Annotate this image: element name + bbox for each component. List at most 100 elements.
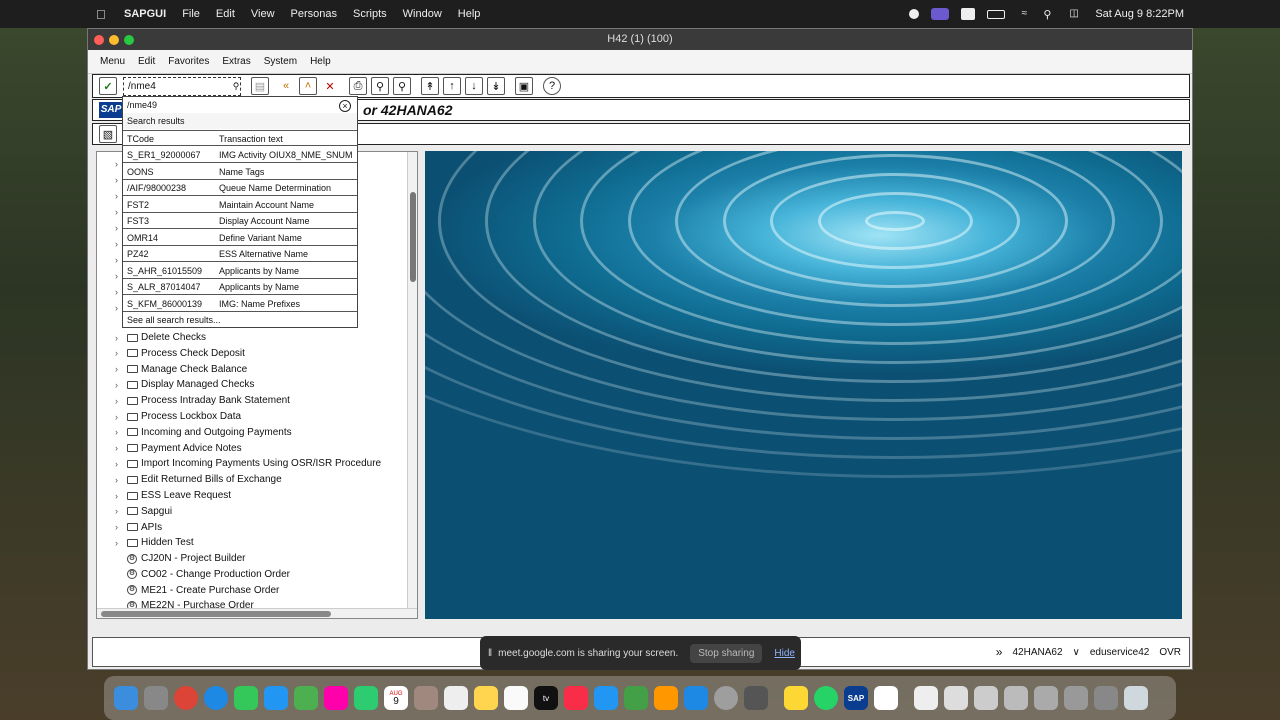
search-result-row[interactable]: OONS Name Tags — [123, 164, 357, 180]
scroll-thumb[interactable] — [101, 611, 331, 617]
mac-menu-edit[interactable]: Edit — [216, 8, 235, 20]
tree-transaction-node[interactable]: ⚙ CJ20N - Project Builder — [115, 551, 245, 566]
search-result-row[interactable]: S_AHR_61015509 Applicants by Name — [123, 263, 357, 279]
chevron-right-icon[interactable]: › — [115, 412, 125, 422]
close-window-button[interactable] — [94, 35, 104, 45]
search-result-row[interactable]: S_KFM_86000139 IMG: Name Prefixes — [123, 296, 357, 312]
screen-share-icon[interactable] — [931, 8, 950, 20]
stop-sharing-button[interactable]: Stop sharing — [690, 643, 763, 663]
whatsapp-icon[interactable] — [814, 686, 838, 710]
last-page-icon[interactable]: ↡ — [487, 77, 505, 95]
chevron-right-icon[interactable]: › — [115, 427, 125, 437]
search-result-row[interactable]: /AIF/98000238 Queue Name Determination — [123, 180, 357, 196]
previous-page-icon[interactable]: ↑ — [443, 77, 461, 95]
sap-menu-edit[interactable]: Edit — [138, 56, 155, 67]
tree-transaction-node[interactable]: ⚙ ME21 - Create Purchase Order — [115, 583, 279, 598]
mac-menu-file[interactable]: File — [182, 8, 200, 20]
chevron-right-icon[interactable]: › — [115, 506, 125, 516]
contacts-icon[interactable] — [414, 686, 438, 710]
maps-icon[interactable] — [294, 686, 318, 710]
command-field[interactable]: /nme4 — [123, 77, 241, 96]
chevron-right-icon[interactable]: › — [115, 380, 125, 390]
scroll-thumb[interactable] — [410, 192, 416, 282]
system-name[interactable]: 42HANA62 — [1012, 647, 1062, 658]
tree-folder-node[interactable]: › Hidden Test — [115, 535, 194, 550]
tree-folder-node[interactable]: › Sapgui — [115, 504, 172, 519]
search-result-row[interactable]: S_ALR_87014047 Applicants by Name — [123, 279, 357, 295]
pause-icon[interactable]: ‖ — [488, 648, 492, 659]
tree-folder-node[interactable]: › Import Incoming Payments Using OSR/ISR … — [115, 456, 381, 471]
hide-banner-link[interactable]: Hide — [774, 648, 795, 659]
calendar-icon[interactable]: AUG 9 — [384, 686, 408, 710]
keynote-icon[interactable] — [594, 686, 618, 710]
sap-menu-help[interactable]: Help — [310, 56, 331, 67]
window-thumbnail-icon[interactable] — [1064, 686, 1088, 710]
google-drive-icon[interactable] — [874, 686, 898, 710]
window-thumbnail-icon[interactable] — [1094, 686, 1118, 710]
search-result-row[interactable]: FST2 Maintain Account Name — [123, 197, 357, 213]
tree-horizontal-scrollbar[interactable] — [97, 608, 417, 618]
grammarly-icon[interactable] — [961, 8, 976, 20]
search-result-row[interactable]: S_ER1_92000067 IMG Activity OIUX8_NME_SNU… — [123, 147, 357, 163]
mac-menu-view[interactable]: View — [251, 8, 275, 20]
tree-folder-node[interactable]: › APIs — [115, 520, 162, 535]
chevron-right-icon[interactable]: › — [115, 333, 125, 343]
insert-mode[interactable]: OVR — [1159, 647, 1181, 658]
battery-icon[interactable] — [987, 9, 1006, 19]
document-icon[interactable] — [914, 686, 938, 710]
sap-menu-menu[interactable]: Menu — [100, 56, 125, 67]
photos-icon[interactable] — [324, 686, 348, 710]
help-icon[interactable]: ? — [543, 77, 561, 95]
print-icon[interactable]: ⎙ — [349, 77, 367, 95]
downloads-stack-icon[interactable] — [974, 686, 998, 710]
chevron-right-icon[interactable]: › — [115, 538, 125, 548]
launchpad-icon[interactable] — [144, 686, 168, 710]
mac-menu-scripts[interactable]: Scripts — [353, 8, 387, 20]
mac-menu-help[interactable]: Help — [458, 8, 481, 20]
wifi-icon[interactable]: ≈ — [1017, 8, 1031, 20]
new-session-icon[interactable]: ▣ — [515, 77, 533, 95]
chevron-right-icon[interactable]: › — [115, 443, 125, 453]
trash-icon[interactable] — [1124, 686, 1148, 710]
back-icon[interactable]: « — [277, 77, 295, 95]
app-store-icon[interactable] — [684, 686, 708, 710]
tree-folder-node[interactable]: › Edit Returned Bills of Exchange — [115, 472, 282, 487]
record-icon[interactable] — [909, 9, 920, 19]
zoom-window-button[interactable] — [124, 35, 134, 45]
notes-app-icon[interactable] — [784, 686, 808, 710]
mac-menu-window[interactable]: Window — [403, 8, 442, 20]
find-next-icon[interactable]: ⚲ — [393, 77, 411, 95]
chevron-right-icon[interactable]: › — [115, 348, 125, 358]
chevron-right-icon[interactable]: › — [115, 364, 125, 374]
spotlight-search-icon[interactable]: ⚲ — [1043, 8, 1057, 21]
tree-folder-node[interactable]: › Incoming and Outgoing Payments — [115, 425, 292, 440]
iphone-mirroring-icon[interactable] — [744, 686, 768, 710]
cancel-icon[interactable]: ✕ — [321, 77, 339, 95]
tree-folder-node[interactable]: › Display Managed Checks — [115, 377, 254, 392]
see-all-results-link[interactable]: See all search results... — [123, 312, 357, 328]
music-icon[interactable] — [564, 686, 588, 710]
finder-icon[interactable] — [114, 686, 138, 710]
safari-icon[interactable] — [204, 686, 228, 710]
search-result-row[interactable]: FST3 Display Account Name — [123, 213, 357, 229]
minimize-window-button[interactable] — [109, 35, 119, 45]
window-thumbnail-icon[interactable] — [1034, 686, 1058, 710]
find-icon[interactable]: ⚲ — [371, 77, 389, 95]
status-expand-icon[interactable]: » — [996, 645, 1003, 659]
close-icon[interactable]: × — [339, 100, 351, 112]
freeform-icon[interactable] — [504, 686, 528, 710]
chrome-icon[interactable] — [174, 686, 198, 710]
tree-folder-node[interactable]: › Process Lockbox Data — [115, 409, 241, 424]
tree-transaction-node[interactable]: ⚙ CO02 - Change Production Order — [115, 567, 290, 582]
app-menu-sapgui[interactable]: SAPGUI — [124, 8, 166, 20]
apple-tv-icon[interactable]: tv — [534, 686, 558, 710]
screenshot-thumbnail-icon[interactable] — [944, 686, 968, 710]
chevron-right-icon[interactable]: › — [115, 459, 125, 469]
enter-checkmark-icon[interactable]: ✓ — [99, 77, 117, 95]
tree-folder-node[interactable]: › Delete Checks — [115, 330, 206, 345]
tree-vertical-scrollbar[interactable] — [407, 152, 417, 610]
messages-icon[interactable] — [234, 686, 258, 710]
sap-menu-favorites[interactable]: Favorites — [168, 56, 209, 67]
next-page-icon[interactable]: ↓ — [465, 77, 483, 95]
mail-icon[interactable] — [264, 686, 288, 710]
